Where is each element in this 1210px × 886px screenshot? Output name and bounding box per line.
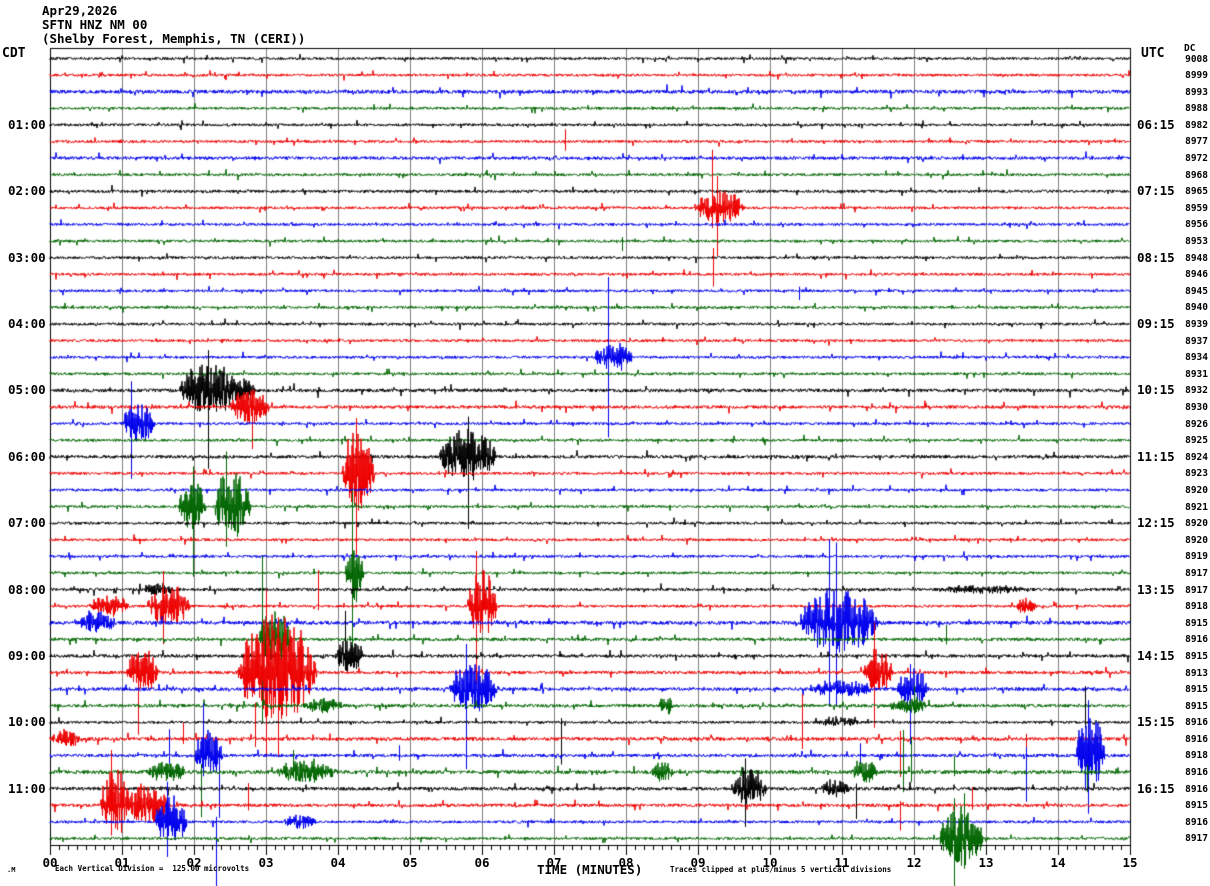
dc-value: 8915 xyxy=(1185,700,1208,712)
left-time-label: 01:00 xyxy=(8,116,46,132)
footer-clip-note: Traces clipped at plus/minus 5 vertical … xyxy=(670,865,892,874)
right-time-label: 06:15 xyxy=(1137,116,1175,132)
left-time-label: 02:00 xyxy=(8,183,46,199)
dc-value: 8993 xyxy=(1185,86,1208,98)
dc-value: 8917 xyxy=(1185,584,1208,596)
dc-value: 8915 xyxy=(1185,800,1208,812)
x-axis-title: TIME (MINUTES) xyxy=(537,862,643,877)
x-tick-label: 04 xyxy=(330,855,346,870)
dc-value: 8977 xyxy=(1185,136,1208,148)
dc-value: 8916 xyxy=(1185,767,1208,779)
right-time-label: 14:15 xyxy=(1137,647,1175,663)
dc-column-title: DC xyxy=(1184,43,1196,54)
left-time-label: 09:00 xyxy=(8,647,46,663)
dc-value: 8931 xyxy=(1185,368,1208,380)
right-time-label: 07:15 xyxy=(1137,183,1175,199)
dc-value: 8999 xyxy=(1185,70,1208,82)
x-tick-label: 12 xyxy=(906,855,922,870)
dc-value: 8920 xyxy=(1185,518,1208,530)
dc-value: 8917 xyxy=(1185,567,1208,579)
dc-value: 8965 xyxy=(1185,186,1208,198)
left-time-label: 05:00 xyxy=(8,382,46,398)
dc-value: 8915 xyxy=(1185,684,1208,696)
right-time-label: 11:15 xyxy=(1137,448,1175,464)
dc-value: 8988 xyxy=(1185,103,1208,115)
dc-value: 8920 xyxy=(1185,534,1208,546)
left-time-label: 08:00 xyxy=(8,581,46,597)
left-time-label: 04:00 xyxy=(8,316,46,332)
dc-value: 8917 xyxy=(1185,833,1208,845)
x-tick-label: 06 xyxy=(474,855,490,870)
footer-scale-note: Each Vertical Division = 125.00 microvol… xyxy=(55,864,250,873)
dc-value: 8916 xyxy=(1185,783,1208,795)
dc-value: 8968 xyxy=(1185,169,1208,181)
x-tick-label: 14 xyxy=(1050,855,1066,870)
dc-value: 8916 xyxy=(1185,634,1208,646)
dc-value: 8918 xyxy=(1185,601,1208,613)
right-time-label: 16:15 xyxy=(1137,780,1175,796)
x-tick-label: 05 xyxy=(402,855,418,870)
dc-value: 8913 xyxy=(1185,667,1208,679)
x-tick-label: 15 xyxy=(1122,855,1138,870)
left-time-label: 03:00 xyxy=(8,249,46,265)
dc-value: 8972 xyxy=(1185,153,1208,165)
dc-value: 8945 xyxy=(1185,285,1208,297)
dc-value: 8920 xyxy=(1185,484,1208,496)
dc-value: 8956 xyxy=(1185,219,1208,231)
header-date: Apr29,2026 xyxy=(42,3,118,18)
dc-value: 8982 xyxy=(1185,119,1208,131)
right-time-label: 10:15 xyxy=(1137,382,1175,398)
dc-value: 8932 xyxy=(1185,385,1208,397)
header-location: (Shelby Forest, Memphis, TN (CERI)) xyxy=(42,31,306,46)
dc-value: 8926 xyxy=(1185,418,1208,430)
dc-value: 8925 xyxy=(1185,435,1208,447)
left-time-label: 07:00 xyxy=(8,515,46,531)
dc-value: 9008 xyxy=(1185,53,1208,65)
left-time-label: 10:00 xyxy=(8,714,46,730)
dc-value: 8930 xyxy=(1185,401,1208,413)
webicorder-screen: Apr29,2026 SFTN HNZ NM 00 (Shelby Forest… xyxy=(0,0,1210,886)
left-axis-title: CDT xyxy=(2,46,26,61)
dc-value: 8939 xyxy=(1185,319,1208,331)
right-time-label: 15:15 xyxy=(1137,714,1175,730)
dc-value: 8946 xyxy=(1185,269,1208,281)
seismogram-plot xyxy=(0,0,1210,886)
dc-value: 8921 xyxy=(1185,501,1208,513)
dc-value: 8918 xyxy=(1185,750,1208,762)
dc-value: 8934 xyxy=(1185,352,1208,364)
dc-value: 8919 xyxy=(1185,551,1208,563)
right-time-label: 12:15 xyxy=(1137,515,1175,531)
footer-corner-mark: .M xyxy=(7,866,16,874)
x-tick-label: 03 xyxy=(258,855,274,870)
dc-value: 8915 xyxy=(1185,617,1208,629)
header-station: SFTN HNZ NM 00 xyxy=(42,17,148,32)
dc-value: 8916 xyxy=(1185,733,1208,745)
dc-value: 8953 xyxy=(1185,236,1208,248)
dc-value: 8915 xyxy=(1185,650,1208,662)
left-time-label: 06:00 xyxy=(8,448,46,464)
dc-value: 8916 xyxy=(1185,717,1208,729)
left-time-label: 11:00 xyxy=(8,780,46,796)
right-time-label: 13:15 xyxy=(1137,581,1175,597)
right-axis-title: UTC xyxy=(1141,46,1165,61)
dc-value: 8940 xyxy=(1185,302,1208,314)
x-tick-label: 13 xyxy=(978,855,994,870)
dc-value: 8924 xyxy=(1185,451,1208,463)
dc-value: 8937 xyxy=(1185,335,1208,347)
right-time-label: 08:15 xyxy=(1137,249,1175,265)
dc-value: 8923 xyxy=(1185,468,1208,480)
right-time-label: 09:15 xyxy=(1137,316,1175,332)
dc-value: 8959 xyxy=(1185,202,1208,214)
dc-value: 8948 xyxy=(1185,252,1208,264)
dc-value: 8916 xyxy=(1185,816,1208,828)
